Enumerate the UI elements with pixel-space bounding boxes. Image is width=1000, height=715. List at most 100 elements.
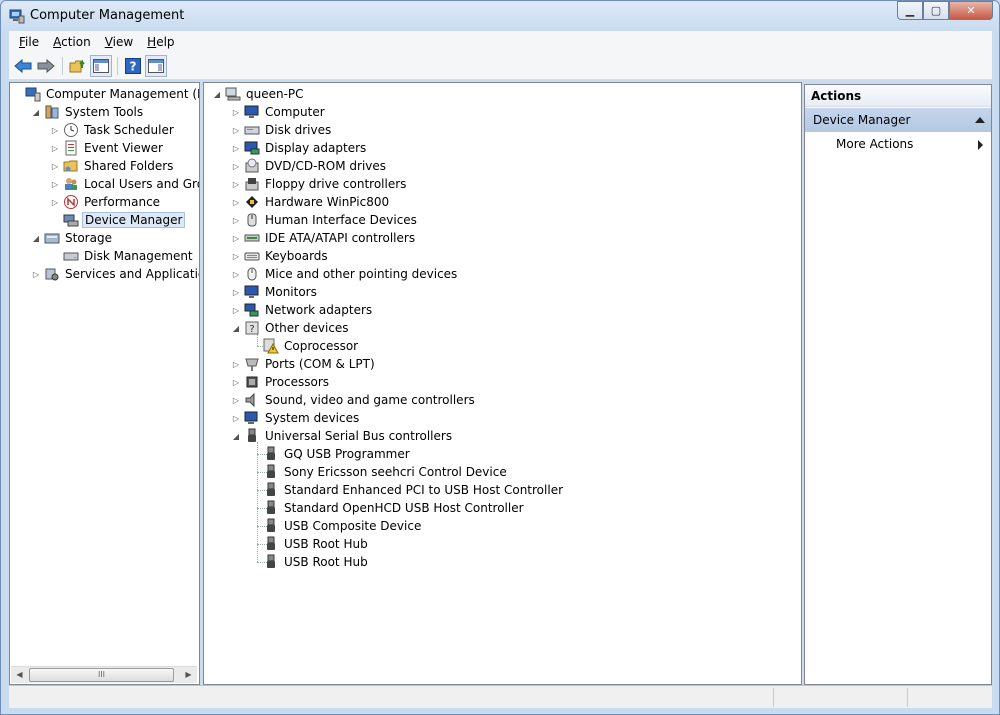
expand-arrow-icon[interactable]: ▷ bbox=[50, 198, 60, 207]
device-tree-item[interactable]: ▷ DVD/CD-ROM drives bbox=[231, 157, 388, 175]
device-tree-item[interactable]: Standard OpenHCD USB Host Controller bbox=[250, 499, 526, 517]
window-title: Computer Management bbox=[30, 8, 185, 23]
collapse-arrow-icon[interactable]: ◢ bbox=[212, 90, 222, 99]
expand-arrow-icon[interactable]: ▷ bbox=[50, 144, 60, 153]
tree-item-label: Storage bbox=[65, 231, 112, 245]
tree-item-label: USB Root Hub bbox=[284, 537, 368, 551]
device-tree-item[interactable]: ▷ Processors bbox=[231, 373, 331, 391]
console-tree-item[interactable]: Disk Management bbox=[50, 247, 195, 265]
expand-arrow-icon[interactable]: ▷ bbox=[231, 252, 241, 261]
more-actions-link[interactable]: More Actions bbox=[836, 137, 913, 151]
tree-item-label: Sound, video and game controllers bbox=[265, 393, 475, 407]
expand-arrow-icon[interactable]: ▷ bbox=[231, 144, 241, 153]
forward-button[interactable] bbox=[35, 55, 57, 77]
console-tree-item[interactable]: ▷ Performance bbox=[50, 193, 162, 211]
device-tree-item[interactable]: ▷ Hardware WinPic800 bbox=[231, 193, 391, 211]
monitor-icon bbox=[244, 284, 260, 300]
console-tree-item[interactable]: ▷ Task Scheduler bbox=[50, 121, 176, 139]
expand-arrow-icon[interactable]: ▷ bbox=[231, 270, 241, 279]
console-tree-item[interactable]: Computer Management (Local bbox=[12, 85, 199, 103]
device-tree-item[interactable]: USB Composite Device bbox=[250, 517, 423, 535]
actions-section-device-manager[interactable]: Device Manager bbox=[805, 108, 991, 132]
device-tree-item[interactable]: ▷ Disk drives bbox=[231, 121, 333, 139]
expand-arrow-icon[interactable]: ▷ bbox=[231, 288, 241, 297]
device-tree-item[interactable]: ▷ Floppy drive controllers bbox=[231, 175, 408, 193]
device-tree-item[interactable]: Coprocessor bbox=[250, 337, 360, 355]
tree-item-label: USB Root Hub bbox=[284, 555, 368, 569]
maximize-button[interactable]: ▢ bbox=[923, 1, 949, 20]
console-tree-item[interactable]: Device Manager bbox=[50, 211, 186, 229]
show-hide-console-tree-button[interactable] bbox=[90, 55, 112, 77]
console-tree-item[interactable]: ▷ Local Users and Groups bbox=[50, 175, 199, 193]
back-button[interactable] bbox=[12, 55, 34, 77]
device-tree-pane[interactable]: ◢ queen-PC ▷ Computer ▷ Disk drives ▷ Display a… bbox=[203, 82, 802, 685]
device-tree-item[interactable]: ▷ Human Interface Devices bbox=[231, 211, 419, 229]
device-tree-item[interactable]: Sony Ericsson seehcri Control Device bbox=[250, 463, 509, 481]
device-tree-item[interactable]: ▷ System devices bbox=[231, 409, 361, 427]
menu-label: ction bbox=[61, 35, 91, 49]
console-tree-pane[interactable]: Computer Management (Local ◢ System Tools ▷… bbox=[9, 82, 200, 685]
expand-arrow-icon[interactable]: ▷ bbox=[50, 126, 60, 135]
menu-file[interactable]: File bbox=[13, 35, 47, 49]
expand-arrow-icon[interactable]: ▷ bbox=[50, 162, 60, 171]
collapse-arrow-icon[interactable]: ◢ bbox=[31, 234, 41, 243]
show-hide-action-pane-button[interactable] bbox=[145, 55, 167, 77]
menu-action[interactable]: Action bbox=[47, 35, 99, 49]
console-tree-item[interactable]: ▷ Event Viewer bbox=[50, 139, 165, 157]
device-tree-item[interactable]: ▷ IDE ATA/ATAPI controllers bbox=[231, 229, 417, 247]
usb-icon bbox=[263, 500, 279, 516]
device-tree-item[interactable]: USB Root Hub bbox=[250, 553, 370, 571]
expand-arrow-icon[interactable]: ▷ bbox=[50, 180, 60, 189]
device-tree-item[interactable]: USB Root Hub bbox=[250, 535, 370, 553]
device-tree-item[interactable]: ◢ queen-PC bbox=[212, 85, 306, 103]
horizontal-scrollbar[interactable]: ◀ III ▶ bbox=[11, 666, 197, 683]
scroll-right-button[interactable]: ▶ bbox=[180, 667, 197, 683]
console-tree-item[interactable]: ◢ Storage bbox=[31, 229, 114, 247]
menu-help[interactable]: Help bbox=[141, 35, 182, 49]
expand-arrow-icon[interactable]: ▷ bbox=[231, 234, 241, 243]
device-tree-item[interactable]: ▷ Mice and other pointing devices bbox=[231, 265, 459, 283]
console-tree-item[interactable]: ◢ System Tools bbox=[31, 103, 145, 121]
expand-arrow-icon[interactable]: ▷ bbox=[231, 180, 241, 189]
device-tree-item[interactable]: Standard Enhanced PCI to USB Host Contro… bbox=[250, 481, 565, 499]
device-tree-item[interactable]: ▷ Monitors bbox=[231, 283, 319, 301]
close-button[interactable]: ✕ bbox=[949, 1, 993, 20]
dvd-icon bbox=[244, 158, 260, 174]
expand-arrow-icon[interactable]: ▷ bbox=[231, 198, 241, 207]
scroll-left-button[interactable]: ◀ bbox=[11, 667, 28, 683]
menu-view[interactable]: View bbox=[99, 35, 141, 49]
expand-arrow-icon[interactable]: ▷ bbox=[231, 360, 241, 369]
device-tree-item[interactable]: ▷ Computer bbox=[231, 103, 327, 121]
expand-arrow-icon[interactable]: ▷ bbox=[231, 378, 241, 387]
expand-arrow-icon[interactable]: ▷ bbox=[231, 414, 241, 423]
console-tree-item[interactable]: ▷ Shared Folders bbox=[50, 157, 175, 175]
expand-arrow-icon[interactable]: ▷ bbox=[231, 162, 241, 171]
device-tree-item[interactable]: ▷ Sound, video and game controllers bbox=[231, 391, 477, 409]
device-tree-item[interactable]: ▷ Display adapters bbox=[231, 139, 368, 157]
expand-arrow-icon[interactable]: ▷ bbox=[231, 396, 241, 405]
up-one-level-button[interactable] bbox=[67, 55, 89, 77]
close-icon: ✕ bbox=[966, 4, 976, 17]
title-bar[interactable]: Computer Management ▁ ▢ ✕ bbox=[1, 1, 999, 31]
minimize-button[interactable]: ▁ bbox=[897, 1, 923, 20]
device-tree-item[interactable]: ◢ Universal Serial Bus controllers bbox=[231, 427, 454, 445]
help-button[interactable]: ? bbox=[122, 55, 144, 77]
device-tree-item[interactable]: ▷ Network adapters bbox=[231, 301, 374, 319]
expand-arrow-icon[interactable]: ▷ bbox=[31, 270, 41, 279]
scroll-thumb[interactable]: III bbox=[29, 668, 174, 682]
device-tree-item[interactable]: ▷ Ports (COM & LPT) bbox=[231, 355, 377, 373]
expand-arrow-icon[interactable]: ▷ bbox=[231, 108, 241, 117]
device-tree-item[interactable]: ▷ Keyboards bbox=[231, 247, 330, 265]
tree-item-label: Processors bbox=[265, 375, 330, 389]
device-tree-item[interactable]: GQ USB Programmer bbox=[250, 445, 412, 463]
collapse-arrow-icon[interactable]: ◢ bbox=[231, 432, 241, 441]
computer-icon bbox=[225, 86, 241, 102]
expand-arrow-icon[interactable]: ▷ bbox=[231, 126, 241, 135]
device-tree-item[interactable]: ◢? Other devices bbox=[231, 319, 351, 337]
expand-arrow-icon[interactable]: ▷ bbox=[231, 306, 241, 315]
collapse-arrow-icon[interactable]: ◢ bbox=[31, 108, 41, 117]
collapse-arrow-icon[interactable]: ◢ bbox=[231, 324, 241, 333]
console-tree-item[interactable]: ▷ Services and Applications bbox=[31, 265, 199, 283]
expand-arrow-icon[interactable]: ▷ bbox=[231, 216, 241, 225]
forward-arrow-icon bbox=[37, 58, 55, 74]
